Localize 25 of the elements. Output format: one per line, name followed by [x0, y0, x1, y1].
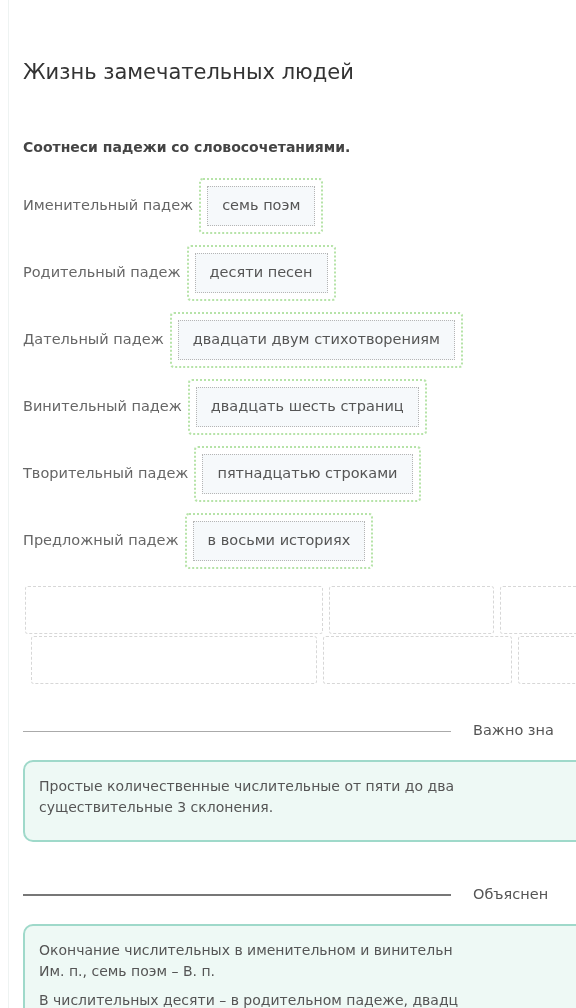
answer-chip[interactable]: двадцати двум стихотворениям — [177, 319, 455, 360]
drop-slot[interactable] — [25, 586, 323, 635]
section-heading: Объяснен — [473, 884, 549, 904]
case-label: Творительный падеж — [23, 463, 189, 483]
info-text: Им. п., семь поэм – В. п. — [39, 961, 215, 981]
task-instruction: Соотнеси падежи со словосочетаниями. — [23, 138, 352, 158]
case-label: Дательный падеж — [23, 329, 164, 349]
section-heading: Важно зна — [473, 721, 554, 741]
drop-slot[interactable] — [31, 636, 317, 685]
info-text: В числительных десяти – в родительном падеже, двадц — [39, 990, 459, 1008]
case-label: Винительный падеж — [23, 396, 182, 416]
answer-chip[interactable]: семь поэм — [207, 185, 316, 226]
case-label: Родительный падеж — [23, 262, 181, 282]
page-title: Жизнь замечательных людей — [23, 60, 355, 86]
info-text: Окончание числительных в именительном и винительн — [39, 940, 453, 960]
drop-slot[interactable] — [329, 586, 494, 635]
info-text: Простые количественные числительные от пяти до два — [39, 776, 455, 796]
case-label: Именительный падеж — [23, 195, 194, 215]
answer-chip[interactable]: двадцать шесть страниц — [195, 386, 419, 427]
answer-chip[interactable]: десяти песен — [194, 252, 328, 293]
info-text: существительные 3 склонения. — [39, 797, 274, 817]
drop-slot[interactable] — [323, 636, 512, 685]
case-label: Предложный падеж — [23, 530, 179, 550]
answer-chip[interactable]: пятнадцатью строками — [202, 453, 413, 494]
answer-chip[interactable]: в восьми историях — [192, 520, 366, 561]
